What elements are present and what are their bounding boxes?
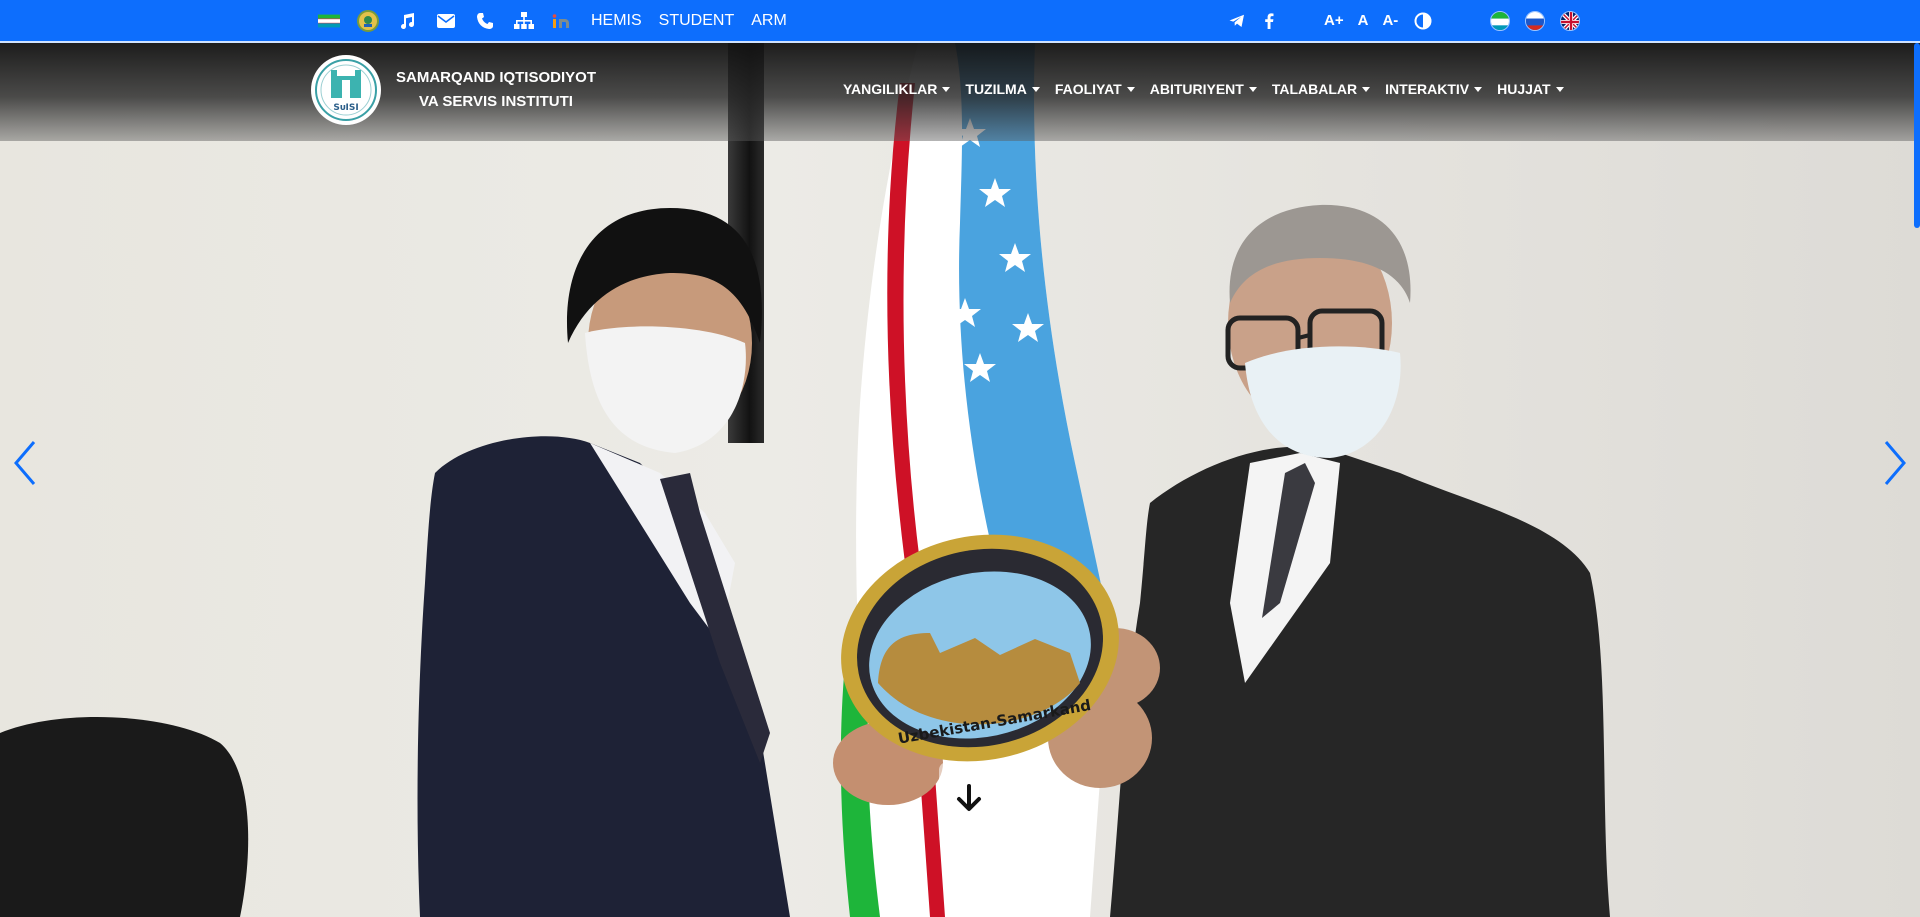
phone-icon[interactable] bbox=[474, 10, 496, 32]
contrast-icon[interactable] bbox=[1412, 10, 1434, 32]
state-emblem-icon[interactable] bbox=[357, 9, 379, 32]
slider-prev-arrow-icon[interactable] bbox=[10, 438, 40, 488]
slider-next-arrow-icon[interactable] bbox=[1880, 438, 1910, 488]
font-increase-button[interactable]: A+ bbox=[1324, 12, 1344, 29]
uzbek-language-flag-icon[interactable] bbox=[1490, 10, 1511, 31]
main-menu: YANGILIKLAR TUZILMA FAOLIYAT ABITURIYENT… bbox=[843, 81, 1579, 97]
music-anthem-icon[interactable] bbox=[396, 10, 418, 32]
menu-interaktiv[interactable]: INTERAKTIV bbox=[1385, 81, 1483, 97]
menu-tuzilma[interactable]: TUZILMA bbox=[965, 81, 1040, 97]
top-bar-left: HEMIS STUDENT ARM bbox=[318, 0, 804, 41]
brand-home-link[interactable]: SᴜISI SAMARQAND IQTISODIYOT VA SERVIS IN… bbox=[311, 55, 606, 125]
russian-language-flag-icon[interactable] bbox=[1525, 10, 1546, 31]
telegram-icon[interactable] bbox=[1226, 10, 1248, 32]
english-language-flag-icon[interactable] bbox=[1560, 10, 1581, 31]
menu-label: ABITURIYENT bbox=[1149, 81, 1244, 97]
menu-abituriyent[interactable]: ABITURIYENT bbox=[1150, 81, 1257, 97]
main-header: SᴜISI SAMARQAND IQTISODIYOT VA SERVIS IN… bbox=[0, 43, 1920, 141]
uzbekistan-flag-icon[interactable] bbox=[318, 10, 340, 32]
arm-link[interactable]: ARM bbox=[751, 12, 787, 30]
menu-yangiliklar[interactable]: YANGILIKLAR bbox=[843, 81, 951, 97]
caret-down-icon bbox=[1031, 86, 1040, 92]
top-utility-bar: HEMIS STUDENT ARM A+ A A- bbox=[0, 0, 1920, 43]
top-bar-right: A+ A A- bbox=[1226, 0, 1595, 41]
sitemap-icon[interactable] bbox=[513, 10, 535, 32]
mail-icon[interactable] bbox=[435, 10, 457, 32]
menu-label: TUZILMA bbox=[965, 81, 1027, 97]
hemis-link[interactable]: HEMIS bbox=[591, 12, 642, 30]
font-decrease-button[interactable]: A- bbox=[1382, 12, 1398, 29]
inn-logo-icon[interactable] bbox=[552, 10, 574, 32]
institute-logo: SᴜISI bbox=[311, 55, 381, 125]
caret-down-icon bbox=[1248, 86, 1257, 92]
menu-talabalar[interactable]: TALABALAR bbox=[1271, 81, 1371, 97]
font-normal-button[interactable]: A bbox=[1358, 12, 1369, 29]
page-scrollbar[interactable] bbox=[1914, 43, 1920, 228]
facebook-icon[interactable] bbox=[1258, 10, 1280, 32]
logo-text: SᴜISI bbox=[333, 103, 358, 113]
institute-name: SAMARQAND IQTISODIYOT VA SERVIS INSTITUT… bbox=[395, 69, 596, 110]
student-link[interactable]: STUDENT bbox=[659, 12, 735, 30]
scroll-down-button[interactable] bbox=[939, 762, 999, 834]
caret-down-icon bbox=[1362, 86, 1371, 92]
caret-down-icon bbox=[1555, 86, 1564, 92]
caret-down-icon bbox=[1126, 86, 1135, 92]
menu-label: FAOLIYAT bbox=[1054, 81, 1122, 97]
arrow-down-icon bbox=[957, 784, 981, 811]
caret-down-icon bbox=[1474, 86, 1483, 92]
menu-label: YANGILIKLAR bbox=[843, 81, 938, 97]
menu-label: INTERAKTIV bbox=[1385, 81, 1470, 97]
menu-faoliyat[interactable]: FAOLIYAT bbox=[1055, 81, 1135, 97]
menu-hujjat[interactable]: HUJJAT bbox=[1497, 81, 1564, 97]
menu-label: TALABALAR bbox=[1271, 81, 1358, 97]
menu-label: HUJJAT bbox=[1497, 81, 1551, 97]
caret-down-icon bbox=[942, 86, 951, 92]
